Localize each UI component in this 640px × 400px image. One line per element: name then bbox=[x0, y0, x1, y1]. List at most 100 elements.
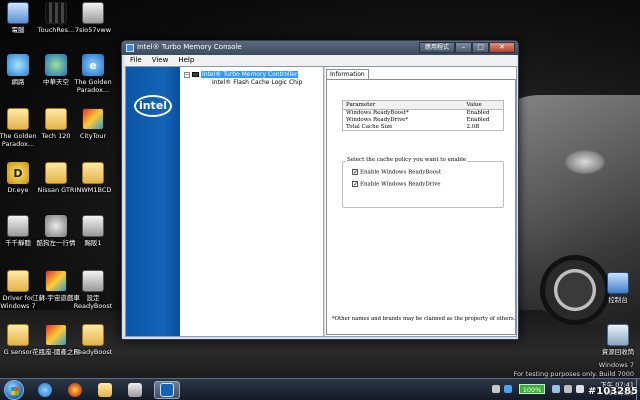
dr-icon: D bbox=[7, 162, 29, 184]
computer-icon bbox=[7, 2, 29, 24]
folder-icon bbox=[82, 162, 104, 184]
folder-icon bbox=[98, 383, 112, 397]
maximize-button[interactable]: □ bbox=[472, 42, 489, 53]
tree-item-controller-label: Intel® Turbo Memory Controller bbox=[201, 71, 299, 78]
close-button[interactable]: ✕ bbox=[489, 42, 515, 53]
cell-value: 2.0B bbox=[466, 123, 480, 130]
column-header-value: Value bbox=[463, 100, 504, 110]
cell-parameter: Total Cache Size bbox=[346, 123, 393, 130]
menu-help[interactable]: Help bbox=[173, 55, 199, 66]
readyboost-checkbox[interactable]: ✓ bbox=[352, 169, 358, 176]
menu-file[interactable]: File bbox=[125, 55, 147, 66]
desktop-icon-citytour[interactable]: CityTour bbox=[67, 108, 119, 140]
globe-icon bbox=[7, 54, 29, 76]
table-header-row: Parameter Value bbox=[342, 100, 504, 110]
desktop-icon-golden-paradox[interactable]: e The Golden Paradox... bbox=[67, 54, 119, 94]
film-icon bbox=[45, 2, 67, 24]
minimize-button[interactable]: – bbox=[455, 42, 472, 53]
media-player-icon bbox=[128, 383, 142, 397]
photo-icon bbox=[82, 108, 104, 130]
ie-icon bbox=[38, 383, 52, 397]
app-icon bbox=[82, 215, 104, 237]
image-id-badge: #103285 bbox=[587, 386, 638, 397]
cell-value: Enabled bbox=[466, 110, 490, 117]
cache-policy-group: Select the cache policy you want to enab… bbox=[342, 157, 504, 208]
tray-keyboard-icon[interactable] bbox=[576, 385, 584, 393]
intel-app-icon bbox=[160, 383, 174, 397]
tab-information[interactable]: Information bbox=[326, 69, 369, 79]
readydrive-label: Enable Windows ReadyDrive bbox=[360, 181, 441, 188]
device-icon bbox=[192, 72, 199, 77]
window-controls: 應用程式 – □ ✕ bbox=[419, 42, 515, 53]
desktop-icon-7sio57vww[interactable]: 7sio57vww bbox=[67, 2, 119, 34]
table-row: Total Cache Size 2.0B bbox=[343, 124, 504, 131]
window-title: Intel® Turbo Memory Console bbox=[137, 43, 242, 51]
turbo-memory-console-window: Intel® Turbo Memory Console 應用程式 – □ ✕ F… bbox=[121, 40, 519, 340]
app-icon bbox=[82, 2, 104, 24]
tray-network-icon[interactable] bbox=[504, 385, 512, 393]
desktop-icon-inwm1bcd[interactable]: INWM1BCD bbox=[67, 162, 119, 194]
taskbar-media-player[interactable] bbox=[122, 381, 148, 399]
folder-icon bbox=[82, 324, 104, 346]
taskbar-firefox[interactable] bbox=[62, 381, 88, 399]
trademark-footnote: *Other names and brands may be claimed a… bbox=[332, 316, 516, 322]
desktop-icon-tjl[interactable]: 賜阪1 bbox=[67, 215, 119, 247]
window-title-right: 應用程式 bbox=[419, 42, 455, 53]
app-window-icon bbox=[126, 44, 134, 52]
window-titlebar[interactable]: Intel® Turbo Memory Console 應用程式 – □ ✕ bbox=[122, 41, 518, 55]
collapse-icon[interactable]: − bbox=[184, 71, 190, 78]
tree-item-flash-chip[interactable]: Intel® Flash Cache Logic Chip bbox=[212, 79, 302, 86]
start-button[interactable] bbox=[4, 380, 24, 400]
earth-icon bbox=[45, 54, 67, 76]
app-icon bbox=[7, 215, 29, 237]
battery-indicator[interactable]: 100% bbox=[519, 384, 545, 394]
parameter-table: Parameter Value Windows ReadyBoost* Enab… bbox=[342, 100, 504, 131]
cell-value: Enabled bbox=[466, 117, 490, 123]
pane-splitter[interactable] bbox=[323, 67, 325, 336]
taskbar-ie[interactable] bbox=[32, 381, 58, 399]
photo-icon bbox=[45, 324, 67, 346]
desktop-icon-recycle-bin[interactable]: 資源回收筒 bbox=[592, 324, 640, 356]
information-panel: Parameter Value Windows ReadyBoost* Enab… bbox=[326, 79, 516, 335]
taskbar-turbo-memory-console[interactable] bbox=[154, 381, 180, 399]
gear-icon bbox=[45, 215, 67, 237]
control-panel-icon bbox=[607, 272, 629, 294]
tree-item-controller[interactable]: − Intel® Turbo Memory Controller bbox=[184, 71, 299, 78]
tray-arrow-icon[interactable] bbox=[492, 385, 500, 393]
intel-brand-pane: intel bbox=[126, 67, 180, 336]
tray-flag-icon[interactable] bbox=[552, 385, 560, 393]
window-client-area: intel − Intel® Turbo Memory Controller In… bbox=[125, 66, 517, 337]
windows-watermark-title: Windows 7 bbox=[598, 361, 634, 369]
ie-icon: e bbox=[82, 54, 104, 76]
photo-icon bbox=[45, 270, 67, 292]
readydrive-checkbox[interactable]: ✓ bbox=[352, 181, 358, 188]
device-tree: − Intel® Turbo Memory Controller Intel® F… bbox=[182, 69, 322, 334]
readyboost-label: Enable Windows ReadyBoost bbox=[360, 169, 442, 176]
folder-icon bbox=[7, 324, 29, 346]
menu-bar: File View Help bbox=[125, 55, 517, 66]
readyboost-option[interactable]: ✓ Enable Windows ReadyBoost bbox=[352, 169, 441, 176]
table-row: Windows ReadyBoost* Enabled bbox=[343, 110, 504, 117]
readydrive-option[interactable]: ✓ Enable Windows ReadyDrive bbox=[352, 181, 441, 188]
tray-volume-icon[interactable] bbox=[564, 385, 572, 393]
folder-icon bbox=[45, 108, 67, 130]
table-row: Windows ReadyDrive* Enabled bbox=[343, 117, 504, 124]
cache-policy-legend: Select the cache policy you want to enab… bbox=[346, 157, 468, 163]
desktop-icon-control-panel[interactable]: 控制台 bbox=[592, 272, 640, 304]
taskbar: 100% 下午 07:41 2009/3/8 bbox=[0, 378, 640, 400]
menu-view[interactable]: View bbox=[147, 55, 174, 66]
app-icon bbox=[82, 270, 104, 292]
tree-item-flash-chip-label: Intel® Flash Cache Logic Chip bbox=[212, 79, 303, 86]
firefox-icon bbox=[68, 383, 82, 397]
taskbar-explorer[interactable] bbox=[92, 381, 118, 399]
desktop-icon-readyboost[interactable]: ReadyBoost bbox=[67, 324, 119, 356]
cell-parameter: Windows ReadyDrive* bbox=[346, 117, 409, 123]
windows-watermark-build: For testing purposes only. Build 7000 bbox=[513, 370, 634, 378]
wallpaper-car-headlight bbox=[565, 150, 605, 174]
desktop-icon-readyboost-set[interactable]: 設定 ReadyBoost bbox=[67, 270, 119, 310]
column-header-parameter: Parameter bbox=[342, 100, 464, 110]
folder-icon bbox=[7, 270, 29, 292]
folder-icon bbox=[45, 162, 67, 184]
cell-parameter: Windows ReadyBoost* bbox=[346, 110, 409, 117]
intel-logo: intel bbox=[134, 95, 172, 117]
